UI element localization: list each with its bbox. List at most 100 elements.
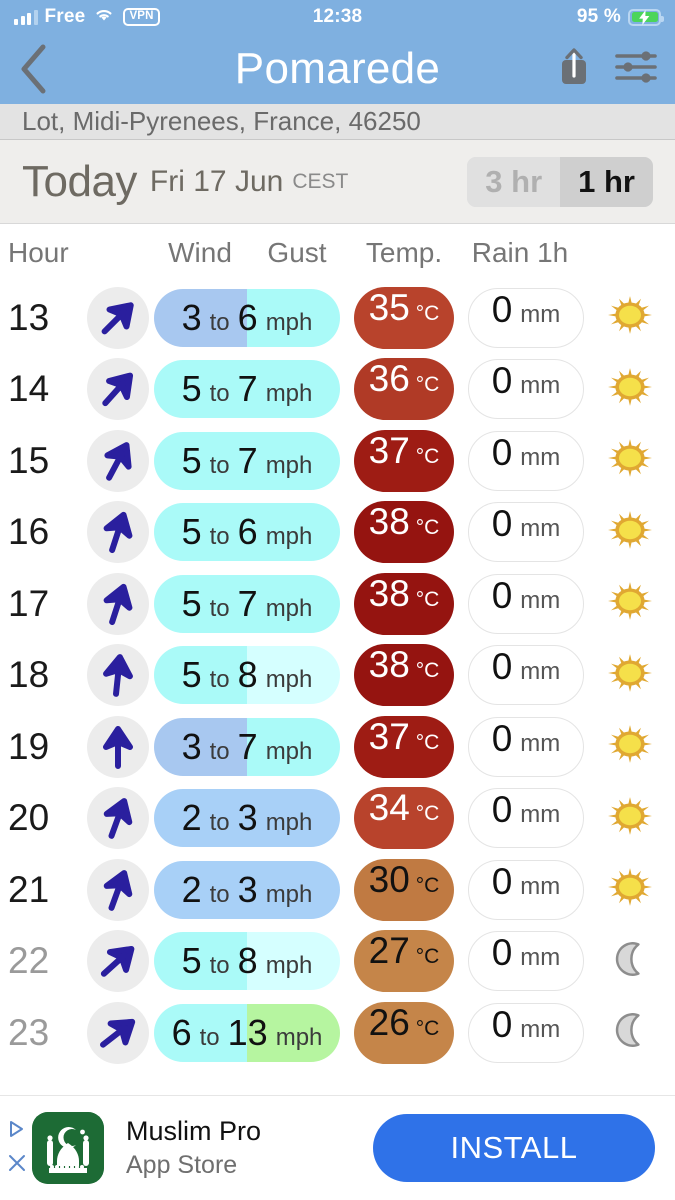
rain-unit-label: mm bbox=[520, 443, 561, 471]
table-row[interactable]: 13 3 to 6 mph 35 °C 0 mm bbox=[0, 282, 675, 354]
wind-gust-pill: 2 to 3 mph bbox=[154, 860, 340, 919]
temperature-pill: 38 °C bbox=[354, 572, 454, 635]
wind-direction-arrow-icon bbox=[87, 572, 149, 635]
temperature-pill: 27 °C bbox=[354, 930, 454, 993]
sky-condition-cell bbox=[584, 292, 675, 343]
wind-gust-pill: 5 to 7 mph bbox=[154, 431, 340, 490]
rain-value: 0 bbox=[491, 932, 513, 974]
wind-to-label: to bbox=[209, 594, 230, 622]
wind-gust-pill: 6 to 13 mph bbox=[154, 1003, 340, 1062]
row-hour: 22 bbox=[8, 940, 50, 982]
interval-option-3hr[interactable]: 3 hr bbox=[467, 156, 561, 207]
temperature-pill: 35 °C bbox=[354, 286, 454, 349]
table-row[interactable]: 23 6 to 13 mph 26 °C 0 mm bbox=[0, 997, 675, 1069]
column-header-temp: Temp. bbox=[365, 237, 443, 268]
interval-toggle[interactable]: 3 hr 1 hr bbox=[467, 156, 653, 207]
status-bar-right: 95 % bbox=[362, 6, 665, 28]
interval-option-1hr[interactable]: 1 hr bbox=[560, 156, 653, 207]
wind-unit-label: mph bbox=[275, 1023, 323, 1051]
rain-pill: 0 mm bbox=[468, 287, 584, 348]
install-button[interactable]: INSTALL bbox=[373, 1114, 655, 1182]
temperature-unit-label: °C bbox=[415, 301, 440, 325]
sky-condition-cell bbox=[584, 793, 675, 844]
table-row[interactable]: 21 2 to 3 mph 30 °C 0 mm bbox=[0, 854, 675, 926]
gust-speed-value: 7 bbox=[237, 725, 258, 767]
temperature-value: 38 bbox=[368, 572, 410, 614]
day-date: Fri 17 Jun bbox=[149, 164, 284, 198]
rain-value: 0 bbox=[491, 288, 513, 330]
share-button[interactable] bbox=[557, 46, 591, 93]
rain-value: 0 bbox=[491, 860, 513, 902]
wind-speed-value: 5 bbox=[181, 511, 202, 553]
wind-direction-cell bbox=[82, 930, 154, 993]
rain-value: 0 bbox=[491, 431, 513, 473]
settings-button[interactable] bbox=[615, 50, 657, 89]
temperature-unit-label: °C bbox=[415, 802, 440, 826]
rain-unit-label: mm bbox=[520, 515, 561, 543]
row-hour: 14 bbox=[8, 368, 50, 410]
ad-banner[interactable]: Muslim Pro App Store INSTALL bbox=[0, 1095, 675, 1200]
wind-unit-label: mph bbox=[265, 666, 313, 694]
wind-unit-label: mph bbox=[265, 308, 313, 336]
temperature-value: 37 bbox=[368, 715, 410, 757]
rain-value: 0 bbox=[491, 360, 513, 402]
moon-icon bbox=[607, 1007, 653, 1058]
wind-speed-value: 5 bbox=[181, 439, 202, 481]
table-row[interactable]: 15 5 to 7 mph 37 °C 0 mm bbox=[0, 425, 675, 497]
sun-icon bbox=[605, 578, 655, 629]
wind-to-label: to bbox=[209, 809, 230, 837]
adchoices-triangle-icon[interactable] bbox=[7, 1119, 27, 1143]
temperature-unit-label: °C bbox=[415, 587, 440, 611]
table-row[interactable]: 17 5 to 7 mph 38 °C 0 mm bbox=[0, 568, 675, 640]
rain-pill: 0 mm bbox=[468, 859, 584, 920]
moon-icon bbox=[607, 936, 653, 987]
table-row[interactable]: 18 5 to 8 mph 38 °C 0 mm bbox=[0, 640, 675, 712]
rain-unit-label: mm bbox=[520, 801, 561, 829]
wind-to-label: to bbox=[209, 952, 230, 980]
row-hour: 16 bbox=[8, 511, 50, 553]
back-button[interactable] bbox=[18, 43, 58, 95]
rain-pill: 0 mm bbox=[468, 645, 584, 706]
temperature-value: 30 bbox=[368, 858, 410, 900]
rain-pill: 0 mm bbox=[468, 788, 584, 849]
table-row[interactable]: 22 5 to 8 mph 27 °C 0 mm bbox=[0, 926, 675, 998]
temperature-value: 38 bbox=[368, 644, 410, 686]
rain-unit-label: mm bbox=[520, 586, 561, 614]
temperature-unit-label: °C bbox=[415, 659, 440, 683]
rain-value: 0 bbox=[491, 789, 513, 831]
sky-condition-cell bbox=[584, 721, 675, 772]
rain-pill: 0 mm bbox=[468, 931, 584, 992]
temperature-unit-label: °C bbox=[415, 516, 440, 540]
battery-percent-label: 95 % bbox=[576, 6, 622, 27]
wind-gust-pill: 5 to 8 mph bbox=[154, 646, 340, 705]
table-row[interactable]: 16 5 to 6 mph 38 °C 0 mm bbox=[0, 497, 675, 569]
wind-to-label: to bbox=[209, 666, 230, 694]
location-subtitle: Lot, Midi-Pyrenees, France, 46250 bbox=[0, 104, 675, 140]
table-row[interactable]: 20 2 to 3 mph 34 °C 0 mm bbox=[0, 783, 675, 855]
timezone-label: CEST bbox=[292, 169, 349, 193]
rain-unit-label: mm bbox=[520, 300, 561, 328]
rain-value: 0 bbox=[491, 646, 513, 688]
adchoices-controls[interactable] bbox=[6, 1119, 28, 1177]
table-row[interactable]: 19 3 to 7 mph 37 °C 0 mm bbox=[0, 711, 675, 783]
rain-value: 0 bbox=[491, 1003, 513, 1045]
wind-speed-value: 5 bbox=[181, 582, 202, 624]
sky-condition-cell bbox=[584, 936, 675, 987]
table-row[interactable]: 14 5 to 7 mph 36 °C 0 mm bbox=[0, 354, 675, 426]
wind-to-label: to bbox=[209, 380, 230, 408]
row-hour: 18 bbox=[8, 654, 50, 696]
wind-to-label: to bbox=[209, 308, 230, 336]
sun-icon bbox=[605, 650, 655, 701]
close-icon[interactable] bbox=[7, 1153, 27, 1177]
gust-speed-value: 7 bbox=[237, 439, 258, 481]
wind-gust-pill: 5 to 6 mph bbox=[154, 503, 340, 562]
gust-speed-value: 8 bbox=[237, 940, 258, 982]
gust-speed-value: 7 bbox=[237, 582, 258, 624]
wind-unit-label: mph bbox=[265, 880, 313, 908]
day-header: Today Fri 17 Jun CEST 3 hr 1 hr bbox=[0, 140, 675, 224]
ad-subtitle: App Store bbox=[126, 1151, 238, 1179]
temperature-unit-label: °C bbox=[415, 1016, 440, 1040]
sun-icon bbox=[605, 364, 655, 415]
wind-speed-value: 2 bbox=[181, 797, 202, 839]
rain-value: 0 bbox=[491, 503, 513, 545]
